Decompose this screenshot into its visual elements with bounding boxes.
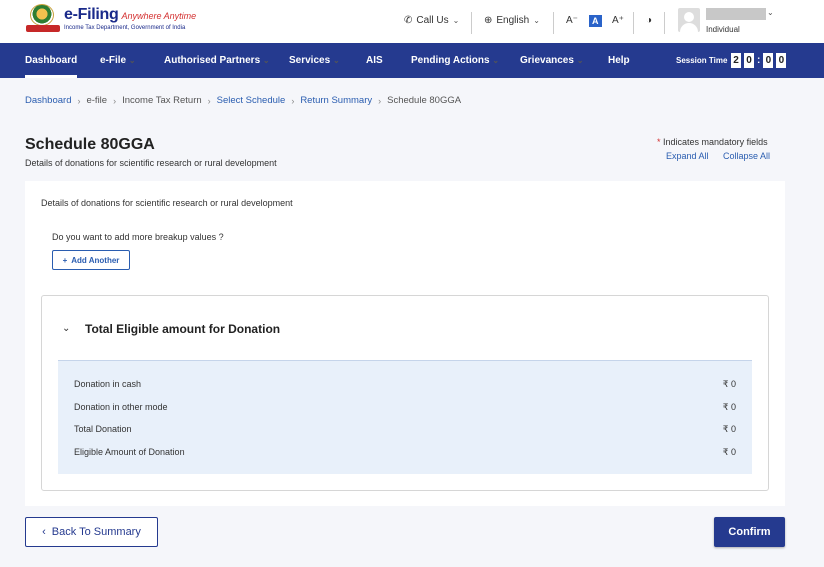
- header-divider: [553, 12, 554, 34]
- nav-dashboard[interactable]: Dashboard: [25, 55, 78, 78]
- font-increase-button[interactable]: A⁺: [612, 15, 624, 26]
- row-value: ₹ 0: [722, 379, 736, 389]
- main-navbar: Dashboard e-File ⌄ Authorised Partners ⌄…: [0, 43, 824, 78]
- call-us-menu[interactable]: ✆ Call Us ⌄: [404, 15, 459, 26]
- header-divider: [471, 12, 472, 34]
- row-value: ₹ 0: [722, 402, 736, 412]
- contrast-toggle-icon[interactable]: ◑: [646, 15, 652, 26]
- chevron-right-icon: ›: [77, 95, 81, 106]
- phone-icon: ✆: [404, 15, 413, 26]
- collapse-all-link[interactable]: Collapse All: [723, 151, 770, 161]
- chevron-right-icon: ›: [378, 95, 382, 106]
- nav-efile[interactable]: e-File ⌄: [100, 55, 136, 66]
- emblem-icon: [26, 2, 60, 36]
- breadcrumb-select-schedule[interactable]: Select Schedule: [217, 95, 286, 106]
- mandatory-note: * Indicates mandatory fields: [657, 137, 768, 147]
- chevron-down-icon: ⌄: [452, 16, 460, 25]
- language-selector[interactable]: ⊕ English ⌄: [484, 15, 540, 26]
- nav-ais[interactable]: AIS: [366, 55, 383, 66]
- avatar[interactable]: [678, 8, 700, 32]
- nav-help[interactable]: Help: [608, 55, 630, 66]
- breadcrumb-efile: e-file: [86, 95, 108, 106]
- breadcrumb-current: Schedule 80GGA: [387, 95, 462, 106]
- donation-summary-table: Donation in cash ₹ 0 Donation in other m…: [58, 360, 752, 474]
- breadcrumb: Dashboard › e-file › Income Tax Return ›…: [25, 95, 461, 106]
- row-label: Donation in cash: [74, 379, 142, 389]
- session-digit: 0: [763, 53, 774, 68]
- chevron-down-icon: ⌄: [533, 16, 540, 25]
- card-description: Details of donations for scientific rese…: [41, 198, 293, 208]
- top-header: e-Filing Anywhere Anytime Income Tax Depa…: [0, 0, 824, 43]
- nav-services[interactable]: Services ⌄: [289, 55, 340, 66]
- font-decrease-button[interactable]: A⁻: [566, 15, 578, 26]
- section-title[interactable]: Total Eligible amount for Donation: [85, 322, 280, 336]
- breadcrumb-income-tax-return: Income Tax Return: [122, 95, 202, 106]
- session-time-label: Session Time: [676, 56, 728, 65]
- row-label: Donation in other mode: [74, 402, 168, 412]
- confirm-button[interactable]: Confirm: [714, 517, 785, 547]
- nav-grievances[interactable]: Grievances ⌄: [520, 55, 583, 66]
- font-default-button[interactable]: A: [589, 15, 602, 27]
- session-timer: 2 0 : 0 0: [731, 53, 787, 68]
- user-role: Individual: [706, 25, 740, 34]
- page-subtitle: Details of donations for scientific rese…: [25, 158, 277, 168]
- language-label: English: [496, 15, 530, 26]
- add-breakup-question: Do you want to add more breakup values ?: [52, 232, 224, 242]
- logo-subtitle: Income Tax Department, Government of Ind…: [64, 25, 186, 31]
- logo-title: e-Filing: [64, 6, 119, 23]
- chevron-down-icon[interactable]: ⌄: [62, 323, 70, 334]
- session-digit: 2: [731, 53, 741, 68]
- add-another-button[interactable]: + Add Another: [52, 250, 130, 270]
- table-row: Donation in cash ₹ 0: [74, 379, 736, 389]
- schedule-card: Details of donations for scientific rese…: [25, 181, 785, 506]
- row-value: ₹ 0: [722, 447, 736, 457]
- call-us-label: Call Us: [416, 15, 449, 26]
- chevron-right-icon: ›: [291, 95, 295, 106]
- eligible-amount-section: ⌄ Total Eligible amount for Donation Don…: [41, 295, 769, 491]
- row-label: Total Donation: [74, 424, 132, 434]
- back-to-summary-button[interactable]: ‹ Back To Summary: [25, 517, 158, 547]
- header-divider: [633, 12, 634, 34]
- logo-tagline: Anywhere Anytime: [121, 11, 197, 21]
- breadcrumb-dashboard[interactable]: Dashboard: [25, 95, 71, 106]
- header-divider: [664, 12, 665, 34]
- expand-all-link[interactable]: Expand All: [666, 151, 709, 161]
- plus-icon: +: [62, 255, 68, 265]
- row-value: ₹ 0: [722, 424, 736, 434]
- table-row: Eligible Amount of Donation ₹ 0: [74, 447, 736, 457]
- nav-pending-actions[interactable]: Pending Actions ⌄: [411, 55, 499, 66]
- table-row: Total Donation ₹ 0: [74, 424, 736, 434]
- page-title: Schedule 80GGA: [25, 136, 155, 153]
- user-name-redacted[interactable]: [706, 8, 766, 20]
- efiling-logo[interactable]: e-Filing Anywhere Anytime Income Tax Depa…: [26, 2, 196, 36]
- globe-icon: ⊕: [484, 15, 493, 26]
- chevron-right-icon: ›: [207, 95, 211, 106]
- chevron-left-icon: ‹: [42, 526, 46, 538]
- row-label: Eligible Amount of Donation: [74, 447, 185, 457]
- session-digit: 0: [776, 53, 787, 68]
- breadcrumb-return-summary[interactable]: Return Summary: [300, 95, 372, 106]
- session-digit: 0: [744, 53, 754, 68]
- user-menu-chevron-icon[interactable]: ⌄: [767, 8, 774, 17]
- chevron-right-icon: ›: [113, 95, 117, 106]
- nav-authorised-partners[interactable]: Authorised Partners ⌄: [164, 55, 270, 66]
- table-row: Donation in other mode ₹ 0: [74, 402, 736, 412]
